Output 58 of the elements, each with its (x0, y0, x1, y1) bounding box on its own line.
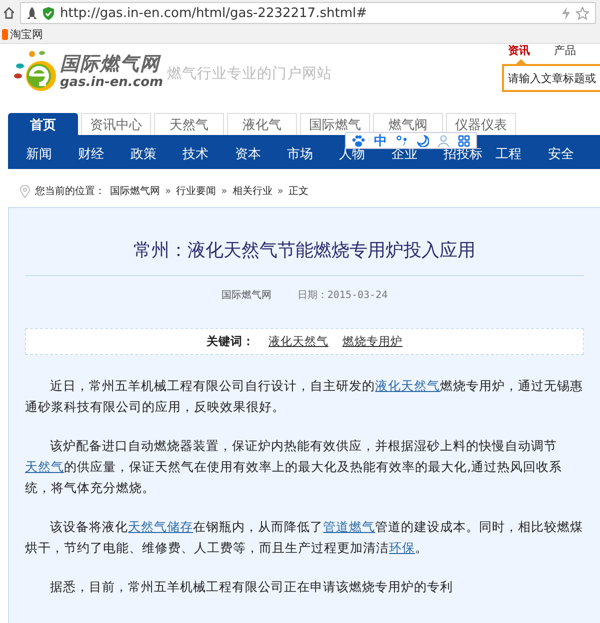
breadcrumb-label: 您当前的位置： (35, 184, 105, 198)
breadcrumb-link[interactable]: 相关行业 (232, 184, 272, 198)
nav-tab[interactable]: 天然气 (154, 113, 224, 135)
article-paragraph: 该设备将液化天然气储存在钢瓶内，从而降低了 管道燃气管道的建设成本。同时，相比较燃煤烘干，节约了电能、维修费、人工费等，而且生产过程更加清洁环保。 (25, 518, 584, 557)
shield-check-icon (43, 6, 54, 20)
home-icon[interactable] (4, 7, 14, 19)
bookmark-link[interactable]: 淘宝网 (10, 27, 43, 42)
rocket-icon[interactable] (27, 6, 37, 20)
logo-name: 国际燃气网 (60, 55, 162, 74)
breadcrumb-link[interactable]: 国际燃气网 (110, 184, 160, 198)
nav-link[interactable]: 工程 (496, 148, 548, 162)
nav-tab[interactable]: 国际燃气 (300, 113, 370, 135)
breadcrumb-link[interactable]: 行业要闻 (176, 184, 216, 198)
top-link[interactable]: 资讯 (508, 44, 530, 57)
url-text: http://gas.in-en.com/html/gas-2232217.shtml# (60, 6, 368, 20)
address-bar[interactable]: http://gas.in-en.com/html/gas-2232217.shtml# (20, 2, 596, 24)
article-link[interactable]: 天然气储存 (128, 519, 194, 534)
breadcrumb-separator: » (277, 186, 284, 196)
article-source: 国际燃气网 (221, 289, 272, 302)
site-tagline: 燃气行业专业的门户网站 (167, 64, 332, 83)
keywords-label: 关键词： (206, 334, 254, 349)
search-field[interactable]: 请输入文章标题或 (502, 64, 600, 92)
article-link[interactable]: 管道燃气 (323, 519, 376, 534)
breadcrumb-link[interactable]: 正文 (288, 184, 308, 198)
nav-link[interactable]: 安全 (548, 148, 600, 162)
location-pin-icon (20, 184, 30, 198)
nav-tab[interactable]: 资讯中心 (81, 113, 151, 135)
nav-tab[interactable]: 首页 (8, 113, 78, 135)
moon-icon[interactable] (417, 134, 429, 146)
article-paragraph: 据悉，目前，常州五羊机械工程有限公司正在申请该燃烧专用炉的专利 (49, 578, 454, 596)
nav-link[interactable]: 资本 (234, 148, 287, 162)
nav-link[interactable]: 市场 (286, 148, 340, 162)
paw-icon[interactable] (352, 134, 365, 146)
article-title: 常州：液化天然气节能燃烧专用炉投入应用 (25, 208, 584, 276)
top-link[interactable]: 产品 (554, 44, 576, 57)
article-date: 日期：2015-03-24 (297, 288, 388, 302)
article-link[interactable]: 天然气 (25, 459, 64, 474)
logo-domain: gas.in-en.com (60, 76, 164, 89)
keyword-link[interactable]: 燃烧专用炉 (342, 334, 402, 349)
lightning-icon[interactable] (562, 6, 570, 20)
nav-tab[interactable]: 仪器仪表 (446, 113, 516, 135)
article-paragraph: 该炉配备进口自动燃烧器装置，保证炉内热能有效供应，并根据湿砂上料的快慢自动调节 天然气的供应量，保证天然气在使用有效率上的最大化及热能有效率的最大化,通过热风回收系统，将气体充分燃烧。 (25, 437, 564, 497)
punctuation-icon[interactable] (396, 134, 408, 146)
nav-link[interactable]: 技术 (182, 148, 235, 162)
star-icon[interactable] (576, 6, 589, 20)
grid-icon[interactable] (458, 134, 470, 146)
keyword-link[interactable]: 液化天然气 (268, 334, 328, 349)
nav-link[interactable]: 财经 (78, 148, 130, 162)
article-paragraph: 近日，常州五羊机械工程有限公司自行设计，自主研发的液化天然气燃烧专用炉，通过无锡惠通砂浆科技有限公司的应用，反映效果很好。 (25, 377, 584, 416)
article-link[interactable]: 液化天然气 (375, 378, 440, 393)
nav-link[interactable]: 新闻 (26, 148, 78, 162)
bookmark-favicon-icon (2, 29, 8, 40)
breadcrumb-separator: » (221, 186, 228, 196)
nav-tab[interactable]: 液化气 (227, 113, 297, 135)
logo-icon (14, 50, 58, 94)
breadcrumb-separator: » (165, 186, 172, 196)
nav-link[interactable]: 政策 (130, 148, 183, 162)
article-link[interactable]: 环保 (389, 540, 415, 555)
